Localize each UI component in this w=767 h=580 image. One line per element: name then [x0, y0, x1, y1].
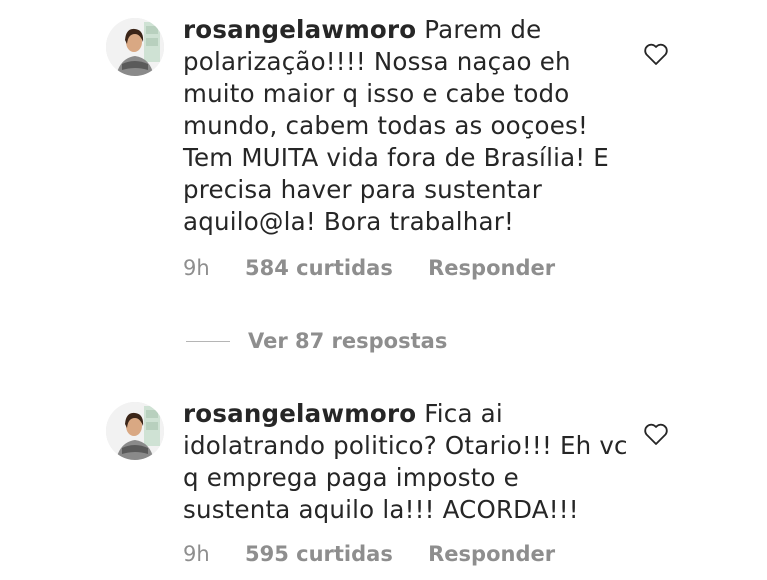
comment-time: 9h	[183, 542, 210, 566]
avatar[interactable]	[106, 18, 164, 76]
reply-button[interactable]: Responder	[428, 542, 555, 566]
comment-time: 9h	[183, 256, 210, 280]
likes-count[interactable]: 584 curtidas	[245, 256, 393, 280]
divider-line	[186, 340, 230, 342]
view-replies-label[interactable]: Ver 87 respostas	[248, 329, 447, 353]
comment-body: rosangelawmoro Parem de polarização!!!! …	[183, 14, 628, 238]
likes-count[interactable]: 595 curtidas	[245, 542, 393, 566]
view-replies-button[interactable]: Ver 87 respostas	[186, 326, 447, 356]
reply-button[interactable]: Responder	[428, 256, 555, 280]
username-link[interactable]: rosangelawmoro	[183, 399, 416, 428]
comment-text: Parem de polarização!!!! Nossa naçao eh …	[183, 15, 609, 236]
comment-meta: 9h 584 curtidas Responder	[183, 256, 583, 280]
username-link[interactable]: rosangelawmoro	[183, 15, 416, 44]
heart-outline-icon[interactable]	[643, 42, 669, 66]
avatar[interactable]	[106, 402, 164, 460]
comment-body: rosangelawmoro Fica ai idolatrando polit…	[183, 398, 628, 526]
heart-outline-icon[interactable]	[643, 422, 669, 446]
comment-meta: 9h 595 curtidas Responder	[183, 542, 583, 566]
